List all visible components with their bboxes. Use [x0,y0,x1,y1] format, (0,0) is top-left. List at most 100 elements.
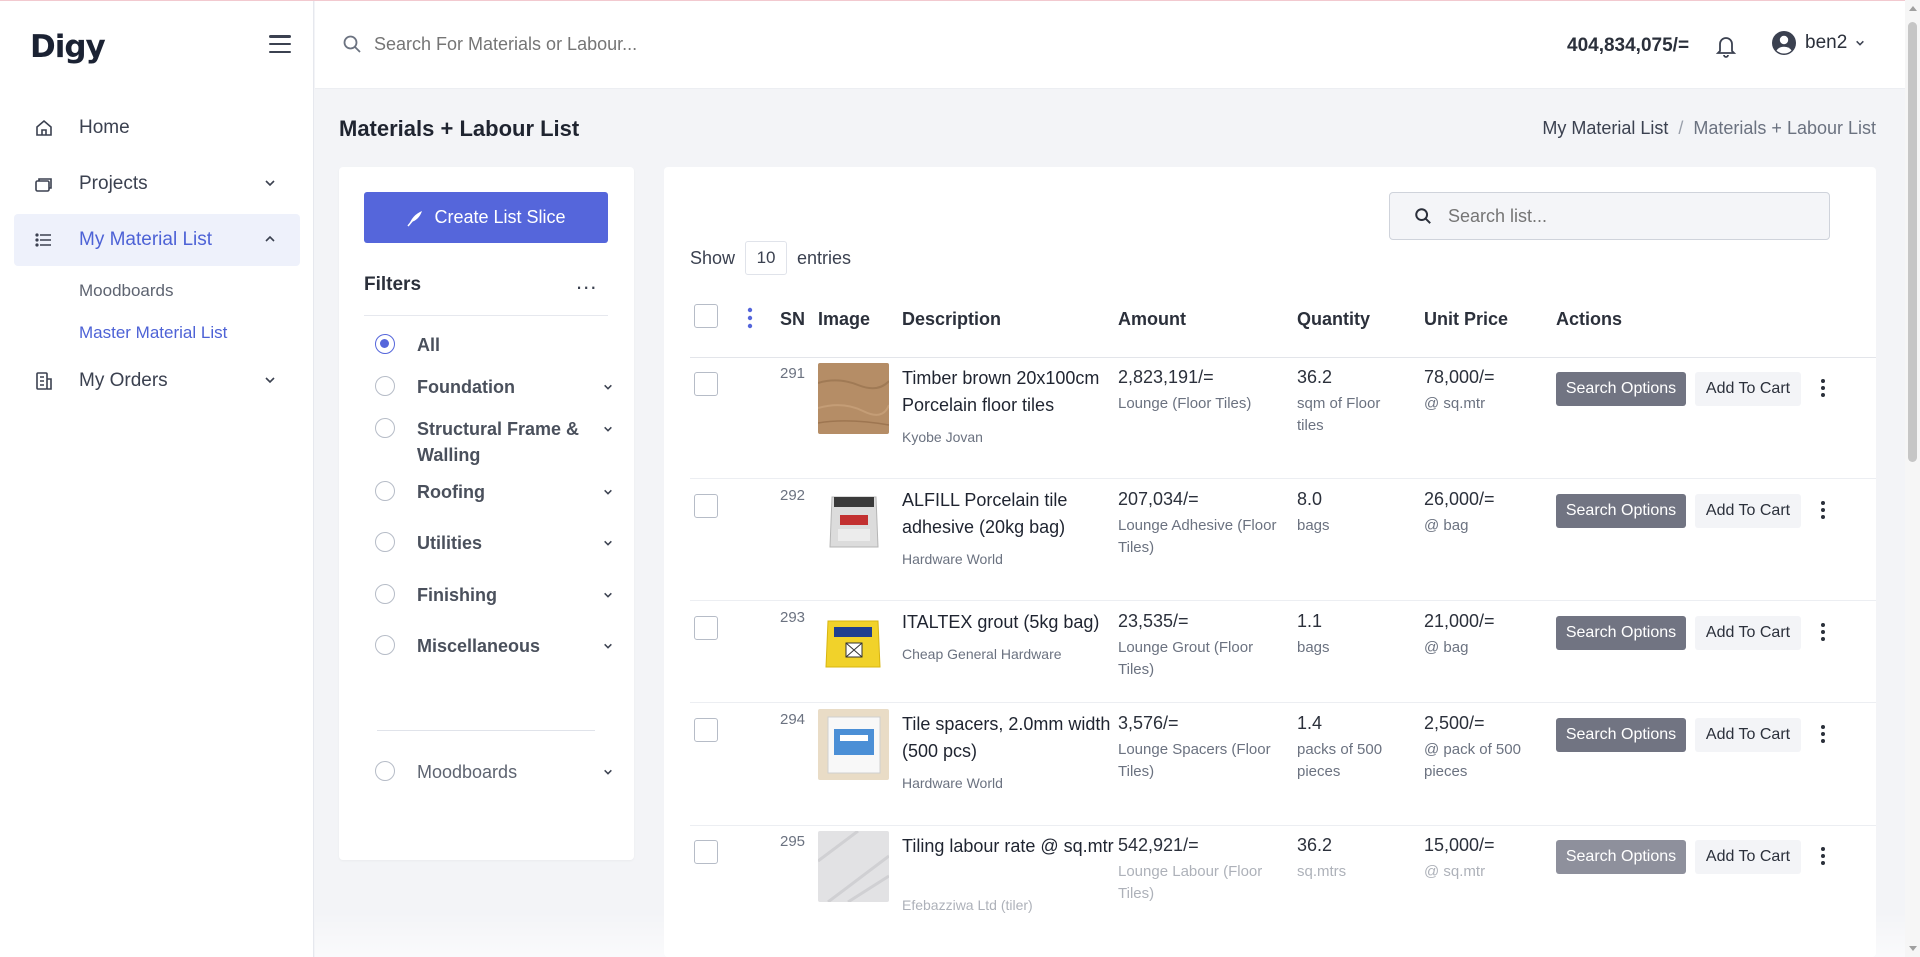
sidebar-item-home[interactable]: Home [14,102,300,154]
item-amount: 23,535/= [1118,611,1189,631]
more-vertical-icon[interactable] [1820,846,1826,866]
user-menu[interactable]: ben2 [1771,30,1865,56]
search-options-button[interactable]: Search Options [1556,718,1686,752]
filter-label: Structural Frame & Walling [417,419,580,465]
select-all-checkbox[interactable] [694,304,718,328]
filter-label: Miscellaneous [417,636,541,656]
row-sn: 293 [780,609,806,626]
chevron-down-icon[interactable] [603,538,613,548]
list-search-input[interactable] [1448,205,1808,227]
username: ben2 [1805,32,1848,53]
item-unit-price-note: @ bag [1424,639,1469,656]
global-search[interactable] [342,25,842,63]
list-search[interactable] [1389,192,1830,240]
global-search-input[interactable] [374,33,814,55]
add-to-cart-button[interactable]: Add To Cart [1695,372,1801,406]
item-amount: 542,921/= [1118,835,1199,855]
row-checkbox[interactable] [694,494,718,518]
scroll-up-arrow[interactable] [1909,6,1917,11]
column-header-description[interactable]: Description [902,309,1001,330]
item-description[interactable]: ITALTEX grout (5kg bag) [902,609,1117,636]
menu-toggle-icon[interactable] [269,35,291,53]
product-image [818,607,889,678]
more-horizontal-icon[interactable]: ... [576,271,597,293]
item-description[interactable]: Tile spacers, 2.0mm width (500 pcs) [902,711,1117,765]
chevron-down-icon[interactable] [603,767,613,777]
chevron-down-icon[interactable] [603,424,613,434]
chevron-down-icon[interactable] [603,641,613,651]
chevron-down-icon [1856,40,1865,46]
row-checkbox[interactable] [694,840,718,864]
filters-title: Filters [364,274,422,295]
column-header-amount[interactable]: Amount [1118,309,1186,330]
entries-label: entries [797,247,852,268]
more-vertical-icon[interactable] [1820,622,1826,642]
add-to-cart-button[interactable]: Add To Cart [1695,494,1801,528]
page-scrollbar[interactable] [1905,0,1920,957]
sidebar-subitem-moodboards[interactable]: Moodboards [79,281,174,301]
chevron-down-icon[interactable] [603,487,613,497]
radio-button[interactable] [375,376,395,396]
search-options-button[interactable]: Search Options [1556,372,1686,406]
more-vertical-icon[interactable] [747,307,753,329]
item-description[interactable]: ALFILL Porcelain tile adhesive (20kg bag… [902,487,1117,541]
radio-button[interactable] [375,584,395,604]
row-checkbox[interactable] [694,372,718,396]
item-unit-price: 78,000/= [1424,367,1495,387]
item-vendor: Hardware World [902,551,1003,567]
chevron-down-icon [265,180,275,187]
item-unit-price-note: @ sq.mtr [1424,395,1486,412]
divider [690,357,1876,358]
item-vendor: Kyobe Jovan [902,429,983,445]
add-to-cart-button[interactable]: Add To Cart [1695,616,1801,650]
account-balance: 404,834,075/= [1567,35,1690,56]
sidebar-item-my-orders[interactable]: My Orders [14,355,300,407]
filter-label: All [417,335,441,355]
column-header-quantity[interactable]: Quantity [1297,309,1370,330]
sidebar-item-projects[interactable]: Projects [14,158,300,210]
item-unit-price-note: @ bag [1424,517,1469,534]
add-to-cart-button[interactable]: Add To Cart [1695,718,1801,752]
entries-select[interactable]: 10 [745,241,788,275]
chevron-down-icon[interactable] [603,382,613,392]
scrollbar-thumb[interactable] [1908,22,1917,462]
logo[interactable]: Digy [30,29,106,65]
sidebar-item-label: My Material List [79,229,213,250]
radio-button[interactable] [375,418,395,438]
chevron-down-icon [265,377,275,384]
item-description[interactable]: Tiling labour rate @ sq.mtr [902,833,1117,860]
chevron-down-icon[interactable] [603,590,613,600]
scroll-down-arrow[interactable] [1909,946,1917,951]
row-sn: 291 [780,365,806,382]
create-list-slice-button[interactable]: Create List Slice [364,192,608,243]
page-title: Materials + Labour List [339,116,580,141]
more-vertical-icon[interactable] [1820,724,1826,744]
column-header-sn[interactable]: SN [780,309,805,330]
search-options-button[interactable]: Search Options [1556,616,1686,650]
column-header-unit-price[interactable]: Unit Price [1424,309,1508,330]
search-options-button[interactable]: Search Options [1556,840,1686,874]
add-to-cart-button[interactable]: Add To Cart [1695,840,1801,874]
sidebar-subitem-master-material-list[interactable]: Master Material List [79,323,227,343]
bell-icon[interactable] [1715,34,1737,58]
more-vertical-icon[interactable] [1820,500,1826,520]
item-quantity: 1.1 [1297,611,1323,631]
item-amount-note: Lounge Grout (Floor Tiles) [1118,639,1254,678]
row-checkbox[interactable] [694,616,718,640]
radio-button[interactable] [375,334,395,354]
row-checkbox[interactable] [694,718,718,742]
item-description[interactable]: Timber brown 20x100cm Porcelain floor ti… [902,365,1117,419]
row-sn: 292 [780,487,806,504]
item-unit-price: 21,000/= [1424,611,1495,631]
column-header-actions: Actions [1556,309,1623,329]
top-header: 404,834,075/= ben2 [315,1,1905,89]
item-quantity: 1.4 [1297,713,1323,733]
more-vertical-icon[interactable] [1820,378,1826,398]
radio-button[interactable] [375,481,395,501]
radio-button[interactable] [375,635,395,655]
sidebar-item-my-material-list[interactable]: My Material List [14,214,300,266]
search-options-button[interactable]: Search Options [1556,494,1686,528]
radio-button[interactable] [375,761,395,781]
breadcrumb-link[interactable]: My Material List [1542,118,1668,139]
radio-button[interactable] [375,532,395,552]
